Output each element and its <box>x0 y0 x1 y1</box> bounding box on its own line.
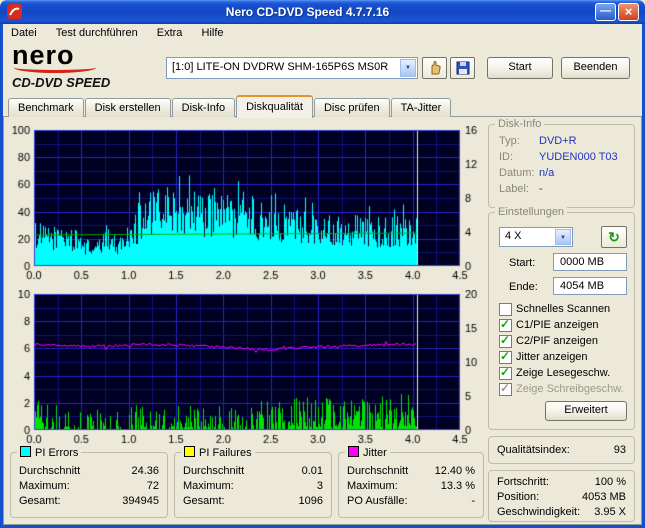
disc-type-value: DVD+R <box>539 135 577 147</box>
settings-checkbox-label-2[interactable]: C2/PIF anzeigen <box>516 335 598 347</box>
tab-disc-pruefen[interactable]: Disc prüfen <box>313 98 390 117</box>
speed-value: 3.95 X <box>594 506 626 518</box>
cddvd-speed-logo-text: CD-DVD SPEED <box>12 75 111 90</box>
jitter-stats-box: Jitter Durchschnitt 12.40 % Maximum: 13.3 … <box>338 446 484 518</box>
stat-value: 1096 <box>298 495 323 507</box>
quality-index-group: Qualitätsindex: 93 <box>488 436 635 464</box>
menu-test-durchfuehren[interactable]: Test durchführen <box>48 24 146 39</box>
settings-checkbox-label-4[interactable]: Zeige Lesegeschw. <box>516 367 610 379</box>
menu-bar: Datei Test durchführen Extra Hilfe <box>3 24 642 43</box>
minimize-button[interactable]: — <box>595 3 616 21</box>
close-button[interactable]: × <box>618 3 639 21</box>
chevron-down-icon[interactable]: ▼ <box>555 229 571 245</box>
stat-value: 12.40 % <box>434 465 475 477</box>
legend-swatch-0 <box>20 446 31 457</box>
speed-label: Geschwindigkeit: <box>497 506 581 518</box>
settings-checkbox-2[interactable]: ✓ <box>499 333 512 348</box>
progress-label: Fortschritt: <box>497 476 549 488</box>
nero-logo: nero CD-DVD SPEED <box>12 42 162 92</box>
position-value: 4053 MB <box>581 491 626 503</box>
drive-select-value: [1:0] LITE-ON DVDRW SHM-165P6S MS0R <box>172 61 389 73</box>
stat-value: 13.3 % <box>440 480 475 492</box>
pi-errors-legend-label: PI Errors <box>35 447 79 459</box>
stat-value: 3 <box>316 480 323 492</box>
stat-label: Maximum: <box>347 480 398 492</box>
tab-disk-info[interactable]: Disk-Info <box>171 98 236 117</box>
floppy-icon <box>456 61 469 75</box>
settings-checkbox-label-3[interactable]: Jitter anzeigen <box>516 351 588 363</box>
stat-label: Gesamt: <box>19 495 61 507</box>
progress-value: 100 % <box>594 476 626 488</box>
disk-info-title: Disk-Info <box>495 118 545 130</box>
disc-label-value: - <box>539 183 543 195</box>
drive-select[interactable]: [1:0] LITE-ON DVDRW SHM-165P6S MS0R ▼ <box>166 57 418 79</box>
menu-extra[interactable]: Extra <box>149 24 191 39</box>
position-label: Position: <box>497 491 540 503</box>
menu-datei[interactable]: Datei <box>3 24 45 39</box>
stat-value: 24.36 <box>131 465 159 477</box>
settings-checkbox-4[interactable]: ✓ <box>499 365 512 380</box>
pi-errors-chart <box>8 126 484 284</box>
settings-checkbox-0[interactable]: ✓ <box>499 303 512 316</box>
stat-value: 0.01 <box>301 465 323 477</box>
settings-checkbox-label-1[interactable]: C1/PIE anzeigen <box>516 319 599 331</box>
disc-id-value: YUDEN000 T03 <box>539 151 618 163</box>
settings-checkbox-label-0[interactable]: Schnelles Scannen <box>516 303 610 315</box>
quit-button[interactable]: Beenden <box>561 57 630 79</box>
start-field-label: Start: <box>509 257 536 269</box>
pi-failures-stats-box: PI Failures Durchschnitt 0.01 Maximum: 3 G… <box>174 446 332 518</box>
stat-label: Durchschnitt <box>19 465 81 477</box>
disk-info-group: Disk-Info Typ: DVD+R ID: YUDEN000 T03 Datu… <box>488 118 635 208</box>
end-field-label: Ende: <box>509 281 538 293</box>
pi-errors-stats-box: PI Errors Durchschnitt 24.36 Maximum: 72 G… <box>10 446 168 518</box>
stat-value: - <box>471 495 475 507</box>
settings-checkbox-3[interactable]: ✓ <box>499 349 512 364</box>
legend-swatch-2 <box>348 446 359 457</box>
refresh-speeds-button[interactable]: ↻ <box>601 226 627 248</box>
tab-strip: Benchmark Disk erstellen Disk-Info Diskq… <box>8 94 452 118</box>
stat-label: Maximum: <box>183 480 234 492</box>
nero-logo-swoosh <box>14 62 96 73</box>
nero-icon <box>7 4 22 19</box>
title-bar[interactable]: Nero CD-DVD Speed 4.7.7.16 — × <box>0 0 645 24</box>
pif-jitter-chart <box>8 290 484 448</box>
settings-checkbox-label-5[interactable]: Zeige Schreibgeschw. <box>516 383 624 395</box>
stat-label: PO Ausfälle: <box>347 495 408 507</box>
chevron-down-icon[interactable]: ▼ <box>400 59 416 77</box>
jitter-legend-label: Jitter <box>363 447 387 459</box>
pi-failures-legend-label: PI Failures <box>199 447 252 459</box>
tab-ta-jitter[interactable]: TA-Jitter <box>390 98 452 117</box>
quality-index-value: 93 <box>613 444 626 456</box>
window-title: Nero CD-DVD Speed 4.7.7.16 <box>225 5 390 19</box>
eject-tray-button[interactable] <box>422 57 447 79</box>
tab-disk-erstellen[interactable]: Disk erstellen <box>84 98 171 117</box>
advanced-button[interactable]: Erweitert <box>545 401 627 421</box>
tab-benchmark[interactable]: Benchmark <box>8 98 84 117</box>
speed-select-value: 4 X <box>505 230 522 242</box>
legend-swatch-1 <box>184 446 195 457</box>
end-position-field[interactable]: 4054 MB <box>553 277 627 295</box>
start-position-field[interactable]: 0000 MB <box>553 253 627 271</box>
refresh-icon: ↻ <box>608 229 620 245</box>
progress-group: Fortschritt: 100 % Position: 4053 MB Ges… <box>488 470 635 522</box>
settings-title: Einstellungen <box>495 206 568 218</box>
hand-icon <box>431 60 441 75</box>
settings-checkbox-1[interactable]: ✓ <box>499 317 512 332</box>
disc-date-value: n/a <box>539 167 555 179</box>
save-results-button[interactable] <box>450 57 475 79</box>
stat-value: 72 <box>146 480 159 492</box>
settings-checkbox-5[interactable]: ✓ <box>499 381 512 396</box>
start-button[interactable]: Start <box>487 57 553 79</box>
quality-index-label: Qualitätsindex: <box>497 444 570 456</box>
settings-group: Einstellungen 4 X ▼ ↻ Start: 0000 MB End… <box>488 206 635 430</box>
speed-select[interactable]: 4 X ▼ <box>499 227 573 247</box>
stat-value: 394945 <box>122 495 159 507</box>
menu-hilfe[interactable]: Hilfe <box>194 24 232 39</box>
tab-diskqualitaet[interactable]: Diskqualität <box>236 95 313 118</box>
stat-label: Durchschnitt <box>183 465 245 477</box>
stat-label: Durchschnitt <box>347 465 409 477</box>
stat-label: Gesamt: <box>183 495 225 507</box>
stat-label: Maximum: <box>19 480 70 492</box>
